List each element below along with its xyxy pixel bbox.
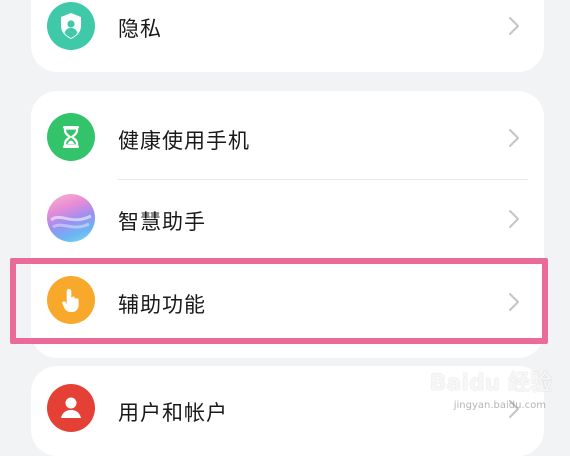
settings-row-digital-balance[interactable]: 健康使用手机 [31, 97, 544, 177]
watermark-brand: Baidu 经验 [429, 371, 552, 396]
person-icon [47, 384, 95, 432]
hourglass-icon [47, 113, 95, 161]
privacy-shield-icon [47, 2, 95, 50]
watermark-url: jingyan.baidu.com [453, 400, 546, 411]
settings-label-privacy: 隐私 [118, 17, 162, 41]
settings-label-digital-balance: 健康使用手机 [118, 129, 250, 153]
settings-row-assistant[interactable]: 智慧助手 [31, 179, 544, 259]
settings-label-assistant: 智慧助手 [118, 210, 206, 234]
chevron-right-icon [509, 17, 519, 35]
gradient-orb-icon [47, 194, 95, 242]
settings-label-accounts: 用户和帐户 [118, 401, 228, 425]
chevron-right-icon [509, 210, 519, 228]
chevron-right-icon [509, 129, 519, 147]
settings-row-privacy[interactable]: 隐私 [31, 0, 544, 66]
settings-card-privacy: 隐私 [31, 0, 544, 72]
highlight-frame [10, 258, 548, 344]
